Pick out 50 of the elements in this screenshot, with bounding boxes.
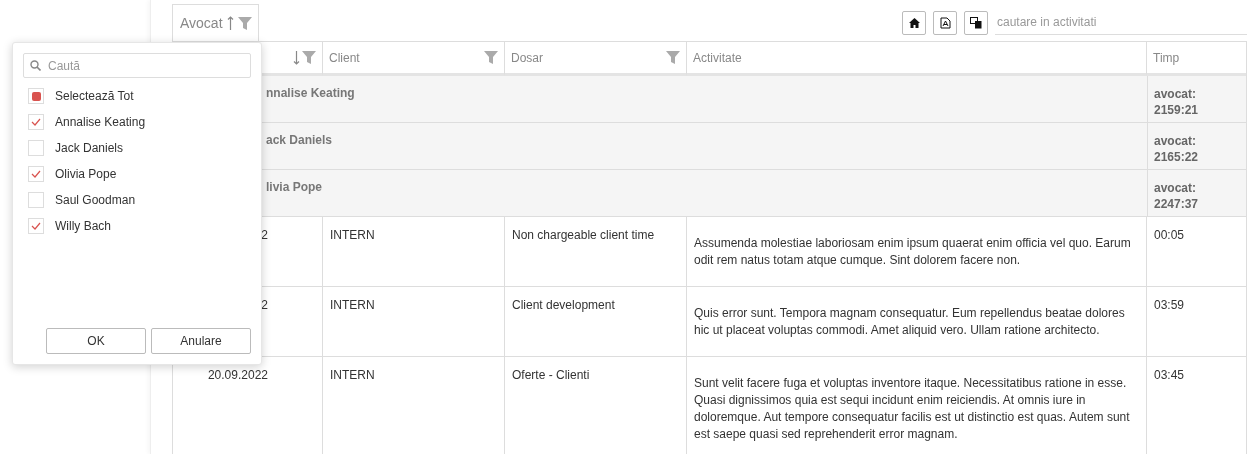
- group-by-chip[interactable]: Avocat: [172, 4, 259, 41]
- cancel-button[interactable]: Anulare: [151, 328, 251, 354]
- checkbox[interactable]: [28, 114, 44, 130]
- search-icon: [30, 60, 41, 71]
- time-cell: 03:45: [1147, 357, 1246, 454]
- checkbox-label[interactable]: Olivia Pope: [55, 167, 117, 181]
- group-label: livia Pope: [266, 180, 323, 194]
- group-total: avocat: 2247:37: [1147, 170, 1246, 217]
- activity-cell: Sunt velit facere fuga et voluptas inventore itaque. Necessitatibus ratione in esse. Quasi dignissimos quia est sequi incidunt enim reiciendis. At omnis iure in doloremque. Aut tempore consequatur facilis est ut distinctio est quas. Autem sunt est saepe quasi sed reprehenderit error magnam.: [687, 357, 1147, 454]
- check-icon: [31, 222, 41, 230]
- filter-icon[interactable]: [237, 16, 252, 30]
- checkbox[interactable]: [28, 140, 44, 156]
- filter-icon[interactable]: [484, 51, 498, 64]
- check-icon: [31, 118, 41, 126]
- client-cell: INTERN: [323, 217, 505, 287]
- activity-cell: Quis error sunt. Tempora magnam consequatur. Eum repellendus beatae dolores hic ut placeat voluptas commodi. Amet aliquid vero. Ullam ratione architecto.: [687, 287, 1147, 357]
- checkbox-label[interactable]: Saul Goodman: [55, 193, 136, 207]
- checkbox[interactable]: [28, 192, 44, 208]
- dosar-cell: Oferte - Clienti: [505, 357, 687, 454]
- home-icon: [908, 17, 920, 28]
- client-cell: INTERN: [323, 357, 505, 454]
- ok-button[interactable]: OK: [46, 328, 146, 354]
- filter-icon[interactable]: [666, 51, 680, 64]
- checkbox[interactable]: [28, 218, 44, 234]
- filter-search-field[interactable]: Caută: [23, 53, 251, 78]
- dosar-cell: Non chargeable client time: [505, 217, 687, 287]
- up-arrow-icon[interactable]: [226, 16, 234, 30]
- checkbox[interactable]: [28, 166, 44, 182]
- export-button[interactable]: [933, 10, 957, 35]
- document-icon: [939, 16, 951, 29]
- checkbox-label[interactable]: Selectează Tot: [55, 89, 134, 103]
- time-cell: 00:05: [1147, 217, 1246, 287]
- checkbox-label[interactable]: Annalise Keating: [55, 115, 146, 129]
- checkbox-label[interactable]: Willy Bach: [55, 219, 111, 233]
- down-arrow-icon[interactable]: [293, 50, 300, 65]
- windows-icon: [970, 16, 982, 29]
- filter-icon[interactable]: [302, 51, 316, 64]
- time-cell: 03:59: [1147, 287, 1246, 357]
- checkbox[interactable]: [28, 88, 44, 104]
- check-icon: [31, 170, 41, 178]
- copy-button[interactable]: [964, 10, 988, 35]
- checkbox-label[interactable]: Jack Daniels: [55, 141, 124, 155]
- group-total: avocat: 2159:21: [1147, 76, 1246, 123]
- group-label: ack Daniels: [266, 133, 333, 147]
- dosar-cell: Client development: [505, 287, 687, 357]
- activity-cell: Assumenda molestiae laboriosam enim ipsum quaerat enim officia vel quo. Earum odit rem natus totam atque cumque. Sint dolorem facere non.: [687, 217, 1147, 287]
- group-label: nnalise Keating: [266, 86, 355, 100]
- client-cell: INTERN: [323, 287, 505, 357]
- group-total: avocat: 2165:22: [1147, 123, 1246, 170]
- home-button[interactable]: [902, 10, 926, 35]
